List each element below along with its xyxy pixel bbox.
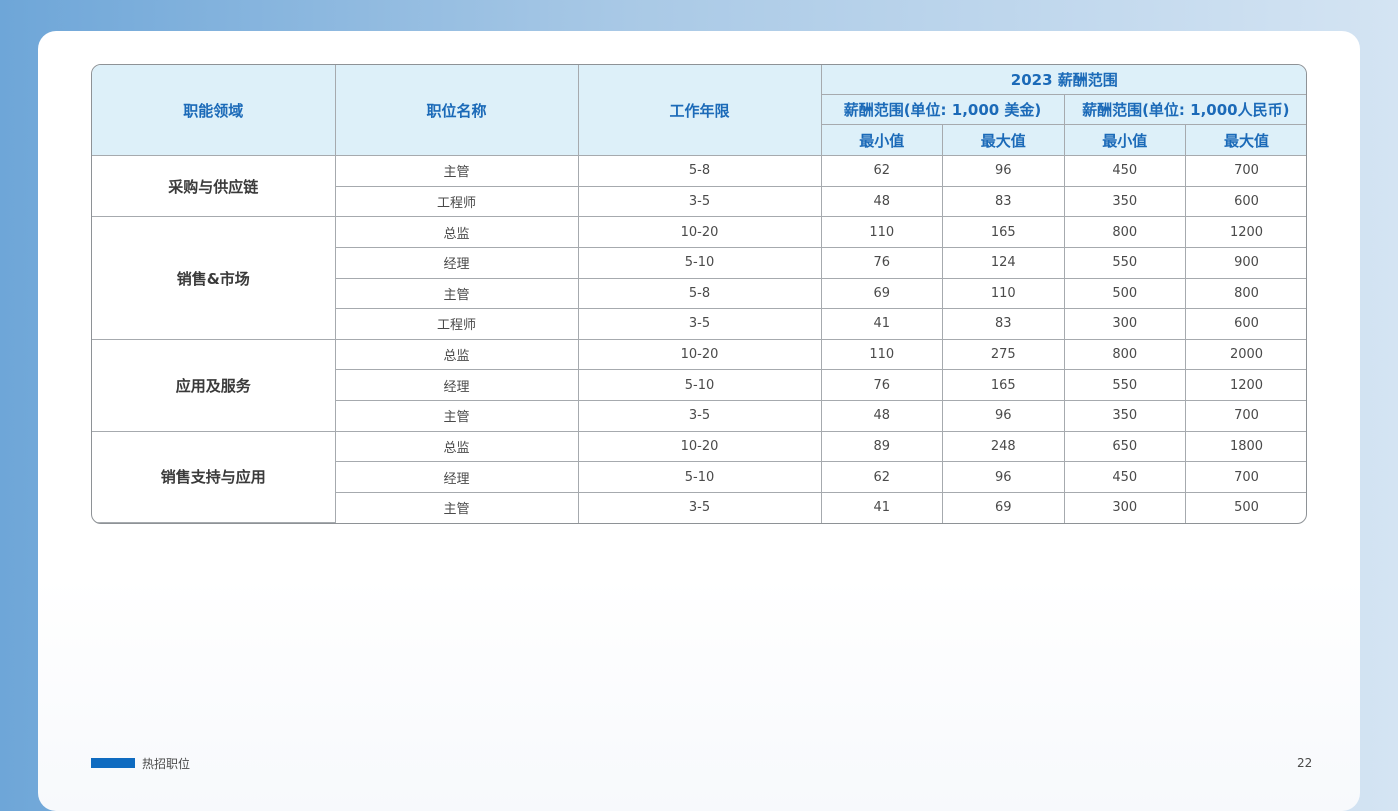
- rmb-max-cell: 900: [1185, 247, 1306, 279]
- table-row: 销售&市场 总监 10-20 110 165 800 1200: [92, 216, 1306, 340]
- years-cell: 5-8: [578, 155, 822, 187]
- position-cell: 主管: [335, 400, 579, 432]
- rmb-max-cell: 1800: [1185, 431, 1306, 463]
- header-usd-max: 最大值: [942, 124, 1065, 156]
- rmb-max-cell: 700: [1185, 400, 1306, 432]
- years-cell: 3-5: [578, 492, 822, 523]
- usd-min-cell: 110: [821, 339, 943, 371]
- position-cell: 主管: [335, 492, 579, 523]
- header-position: 职位名称: [335, 65, 579, 156]
- header-usd-min: 最小值: [821, 124, 943, 156]
- header-function: 职能领域: [92, 65, 336, 156]
- rmb-min-cell: 500: [1064, 278, 1186, 310]
- table-row: 销售支持与应用 总监 10-20 89 248 650 1800: [92, 431, 1306, 523]
- rmb-min-cell: 300: [1064, 492, 1186, 523]
- usd-min-cell: 41: [821, 492, 943, 523]
- header-rmb-max: 最大值: [1185, 124, 1306, 156]
- position-cell: 总监: [335, 431, 579, 463]
- usd-max-cell: 96: [942, 461, 1065, 493]
- rmb-min-cell: 350: [1064, 186, 1186, 218]
- rmb-max-cell: 600: [1185, 308, 1306, 340]
- function-cell: 销售支持与应用: [92, 431, 336, 523]
- usd-max-cell: 83: [942, 308, 1065, 340]
- rmb-max-cell: 700: [1185, 461, 1306, 493]
- years-cell: 5-10: [578, 461, 822, 493]
- position-cell: 工程师: [335, 186, 579, 218]
- rmb-min-cell: 800: [1064, 216, 1186, 248]
- header-rmb-min: 最小值: [1064, 124, 1186, 156]
- position-cell: 工程师: [335, 308, 579, 340]
- rmb-min-cell: 300: [1064, 308, 1186, 340]
- rmb-max-cell: 800: [1185, 278, 1306, 310]
- position-cell: 主管: [335, 278, 579, 310]
- table-row: 采购与供应链 主管 5-8 62 96 450 700: [92, 155, 1306, 218]
- years-cell: 10-20: [578, 431, 822, 463]
- rmb-max-cell: 700: [1185, 155, 1306, 187]
- salary-table: 职能领域 职位名称 工作年限 2023 薪酬范围 薪酬范围(单位: 1,000 …: [92, 65, 1306, 523]
- years-cell: 5-8: [578, 278, 822, 310]
- rmb-min-cell: 550: [1064, 369, 1186, 401]
- usd-max-cell: 165: [942, 369, 1065, 401]
- years-cell: 10-20: [578, 216, 822, 248]
- header-rmb-range: 薪酬范围(单位: 1,000人民币): [1064, 94, 1306, 125]
- usd-min-cell: 89: [821, 431, 943, 463]
- footer-accent-bar: [91, 758, 135, 768]
- usd-min-cell: 76: [821, 369, 943, 401]
- header-salary-range: 2023 薪酬范围: [821, 65, 1306, 95]
- rmb-max-cell: 600: [1185, 186, 1306, 218]
- usd-max-cell: 124: [942, 247, 1065, 279]
- usd-max-cell: 110: [942, 278, 1065, 310]
- footer-section-label: 热招职位: [142, 757, 191, 771]
- position-cell: 主管: [335, 155, 579, 187]
- position-cell: 总监: [335, 216, 579, 248]
- usd-min-cell: 48: [821, 400, 943, 432]
- rmb-min-cell: 650: [1064, 431, 1186, 463]
- rmb-max-cell: 2000: [1185, 339, 1306, 371]
- position-cell: 经理: [335, 369, 579, 401]
- function-cell: 销售&市场: [92, 216, 336, 340]
- rmb-min-cell: 550: [1064, 247, 1186, 279]
- usd-max-cell: 83: [942, 186, 1065, 218]
- position-cell: 经理: [335, 461, 579, 493]
- usd-max-cell: 248: [942, 431, 1065, 463]
- position-cell: 经理: [335, 247, 579, 279]
- rmb-min-cell: 350: [1064, 400, 1186, 432]
- page-number: 22: [1297, 756, 1313, 770]
- usd-min-cell: 62: [821, 461, 943, 493]
- years-cell: 5-10: [578, 247, 822, 279]
- rmb-min-cell: 450: [1064, 155, 1186, 187]
- usd-max-cell: 96: [942, 155, 1065, 187]
- rmb-min-cell: 450: [1064, 461, 1186, 493]
- years-cell: 3-5: [578, 400, 822, 432]
- rmb-min-cell: 800: [1064, 339, 1186, 371]
- rmb-max-cell: 500: [1234, 500, 1259, 516]
- usd-max-cell: 165: [942, 216, 1065, 248]
- rmb-max-cell: 1200: [1185, 369, 1306, 401]
- usd-min-cell: 62: [821, 155, 943, 187]
- years-cell: 10-20: [578, 339, 822, 371]
- table-row: 应用及服务 总监 10-20 110 275 800 2000: [92, 339, 1306, 432]
- usd-max-cell: 96: [942, 400, 1065, 432]
- function-cell: 采购与供应链: [92, 155, 336, 218]
- position-cell: 总监: [335, 339, 579, 371]
- function-cell: 应用及服务: [92, 339, 336, 432]
- header-years: 工作年限: [578, 65, 822, 156]
- usd-max-cell: 69: [942, 492, 1065, 523]
- years-cell: 5-10: [578, 369, 822, 401]
- usd-min-cell: 110: [821, 216, 943, 248]
- usd-max-cell: 275: [942, 339, 1065, 371]
- salary-table-container: 职能领域 职位名称 工作年限 2023 薪酬范围 薪酬范围(单位: 1,000 …: [91, 64, 1307, 524]
- usd-min-cell: 41: [821, 308, 943, 340]
- years-cell: 3-5: [578, 186, 822, 218]
- usd-min-cell: 48: [821, 186, 943, 218]
- years-cell: 3-5: [578, 308, 822, 340]
- usd-min-cell: 76: [821, 247, 943, 279]
- header-usd-range: 薪酬范围(单位: 1,000 美金): [821, 94, 1065, 125]
- rmb-max-cell: 1200: [1185, 216, 1306, 248]
- usd-min-cell: 69: [821, 278, 943, 310]
